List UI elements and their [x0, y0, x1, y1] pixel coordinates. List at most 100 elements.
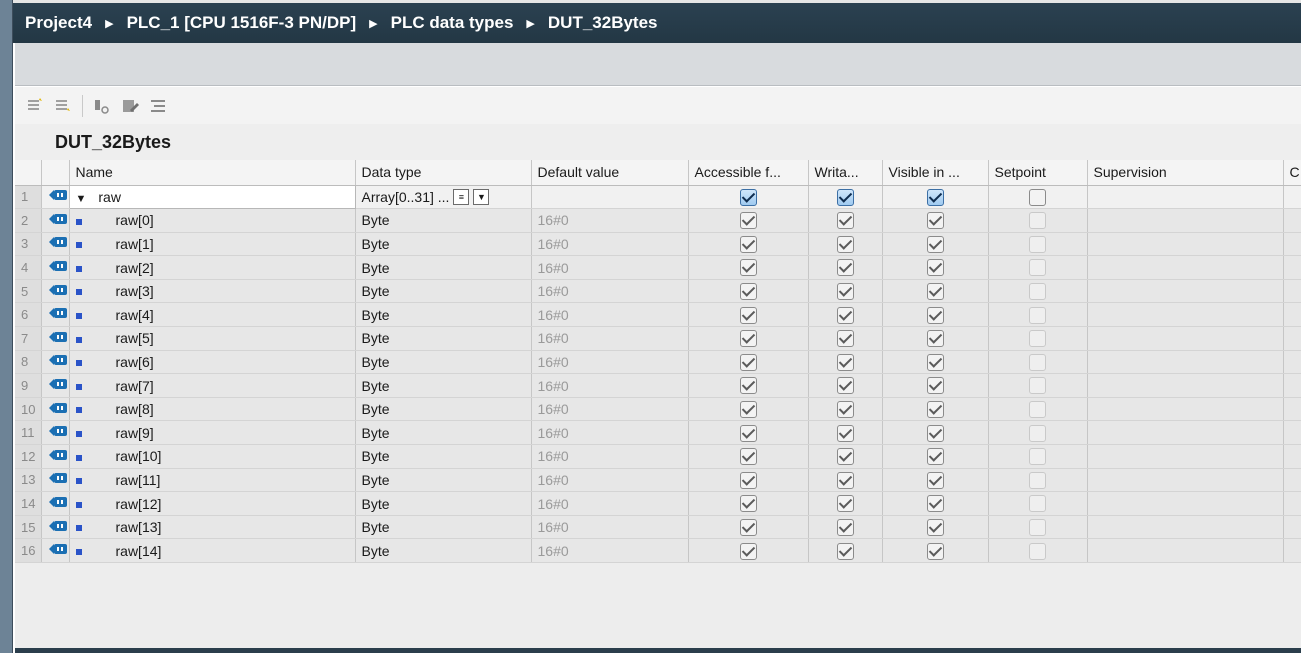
collapse-arrow-icon[interactable]: ▼ — [76, 193, 87, 205]
accessible-checkbox[interactable] — [739, 306, 757, 324]
accessible-checkbox[interactable] — [739, 353, 757, 371]
supervision-cell[interactable] — [1087, 255, 1284, 280]
supervision-cell[interactable] — [1087, 420, 1284, 446]
name-cell[interactable]: raw[6] — [69, 350, 356, 375]
header-data-type[interactable]: Data type — [355, 160, 532, 186]
accessible-checkbox[interactable] — [739, 401, 757, 419]
setpoint-cell[interactable] — [988, 397, 1088, 422]
supervision-cell[interactable] — [1087, 208, 1284, 233]
writable-cell[interactable] — [808, 538, 883, 563]
name-cell[interactable]: raw[4] — [69, 302, 356, 328]
name-cell[interactable]: raw[14] — [69, 538, 356, 563]
setpoint-checkbox[interactable] — [1029, 283, 1046, 301]
setpoint-checkbox[interactable] — [1029, 424, 1046, 442]
supervision-cell[interactable] — [1087, 397, 1284, 422]
accessible-checkbox[interactable] — [739, 519, 757, 536]
writable-cell[interactable] — [808, 444, 883, 469]
visible-cell[interactable] — [882, 185, 989, 210]
writable-cell[interactable] — [808, 350, 883, 375]
setpoint-cell[interactable] — [988, 420, 1088, 446]
table-row[interactable]: 16 raw[14] Byte 16#0 — [15, 538, 1301, 563]
header-accessible[interactable]: Accessible f... — [688, 160, 809, 186]
accessible-checkbox[interactable] — [739, 235, 757, 253]
supervision-cell[interactable] — [1087, 326, 1284, 351]
data-type-cell[interactable]: Byte — [355, 350, 532, 375]
visible-cell[interactable] — [882, 444, 989, 469]
accessible-cell[interactable] — [688, 491, 809, 516]
visible-checkbox[interactable] — [926, 448, 944, 466]
visible-cell[interactable] — [882, 538, 989, 563]
setpoint-cell[interactable] — [988, 208, 1088, 233]
visible-checkbox[interactable] — [926, 188, 944, 206]
accessible-checkbox[interactable] — [739, 259, 757, 277]
writable-checkbox[interactable] — [836, 542, 854, 560]
default-value-cell[interactable]: 16#0 — [531, 232, 689, 257]
setpoint-cell[interactable] — [988, 232, 1088, 257]
setpoint-cell[interactable] — [988, 279, 1088, 304]
default-value-cell[interactable]: 16#0 — [531, 208, 689, 233]
default-value-cell[interactable]: 16#0 — [531, 420, 689, 446]
data-type-cell[interactable]: Byte — [355, 515, 532, 540]
visible-checkbox[interactable] — [926, 306, 944, 324]
accessible-checkbox[interactable] — [739, 377, 757, 395]
writable-cell[interactable] — [808, 279, 883, 304]
writable-checkbox[interactable] — [836, 212, 854, 230]
accessible-cell[interactable] — [688, 515, 809, 540]
accessible-cell[interactable] — [688, 208, 809, 233]
writable-checkbox[interactable] — [836, 519, 854, 536]
default-value-cell[interactable]: 16#0 — [531, 491, 689, 516]
setpoint-cell[interactable] — [988, 444, 1088, 469]
table-row[interactable]: 7 raw[5] Byte 16#0 — [15, 326, 1301, 351]
visible-cell[interactable] — [882, 420, 989, 446]
data-type-cell[interactable]: Byte — [355, 491, 532, 516]
header-extra[interactable]: C — [1283, 160, 1301, 186]
header-writable[interactable]: Writa... — [808, 160, 883, 186]
name-cell[interactable]: raw[13] — [69, 515, 356, 540]
writable-checkbox[interactable] — [836, 448, 854, 466]
accessible-checkbox[interactable] — [739, 283, 757, 301]
visible-cell[interactable] — [882, 279, 989, 304]
supervision-cell[interactable] — [1087, 538, 1284, 563]
visible-cell[interactable] — [882, 232, 989, 257]
setpoint-cell[interactable] — [988, 491, 1088, 516]
extra-cell[interactable] — [1283, 255, 1301, 280]
writable-checkbox[interactable] — [836, 401, 854, 419]
table-row[interactable]: 9 raw[7] Byte 16#0 — [15, 373, 1301, 398]
visible-checkbox[interactable] — [926, 235, 944, 253]
visible-checkbox[interactable] — [926, 353, 944, 371]
setpoint-checkbox[interactable] — [1029, 542, 1046, 560]
visible-checkbox[interactable] — [926, 377, 944, 395]
data-type-cell[interactable]: Byte — [355, 279, 532, 304]
default-value-cell[interactable]: 16#0 — [531, 326, 689, 351]
name-cell[interactable]: raw[2] — [69, 255, 356, 280]
setpoint-checkbox[interactable] — [1029, 330, 1046, 348]
setpoint-checkbox[interactable] — [1029, 448, 1046, 466]
setpoint-checkbox[interactable] — [1029, 212, 1046, 230]
writable-checkbox[interactable] — [836, 235, 854, 253]
supervision-cell[interactable] — [1087, 444, 1284, 469]
accessible-checkbox[interactable] — [739, 471, 757, 489]
visible-checkbox[interactable] — [926, 542, 944, 560]
visible-checkbox[interactable] — [926, 519, 944, 536]
accessible-cell[interactable] — [688, 373, 809, 398]
extra-cell[interactable] — [1283, 208, 1301, 233]
setpoint-checkbox[interactable] — [1029, 188, 1046, 206]
writable-checkbox[interactable] — [836, 259, 854, 277]
default-value-cell[interactable]: 16#0 — [531, 538, 689, 563]
table-row[interactable]: 10 raw[8] Byte 16#0 — [15, 397, 1301, 422]
header-visible[interactable]: Visible in ... — [882, 160, 989, 186]
accessible-cell[interactable] — [688, 350, 809, 375]
accessible-checkbox[interactable] — [739, 448, 757, 466]
header-default-value[interactable]: Default value — [531, 160, 689, 186]
monitor-icon[interactable] — [90, 94, 114, 118]
data-type-cell[interactable]: Byte — [355, 255, 532, 280]
default-value-cell[interactable]: 16#0 — [531, 255, 689, 280]
table-row[interactable]: 1 ▼ raw Array[0..31] ... ≡ ▼ — [15, 184, 1301, 210]
supervision-cell[interactable] — [1087, 468, 1284, 493]
visible-cell[interactable] — [882, 397, 989, 422]
setpoint-checkbox[interactable] — [1029, 377, 1046, 395]
accessible-cell[interactable] — [688, 468, 809, 493]
setpoint-cell[interactable] — [988, 538, 1088, 563]
table-row[interactable]: 2 raw[0] Byte 16#0 — [15, 208, 1301, 233]
data-type-cell[interactable]: Byte — [355, 444, 532, 469]
